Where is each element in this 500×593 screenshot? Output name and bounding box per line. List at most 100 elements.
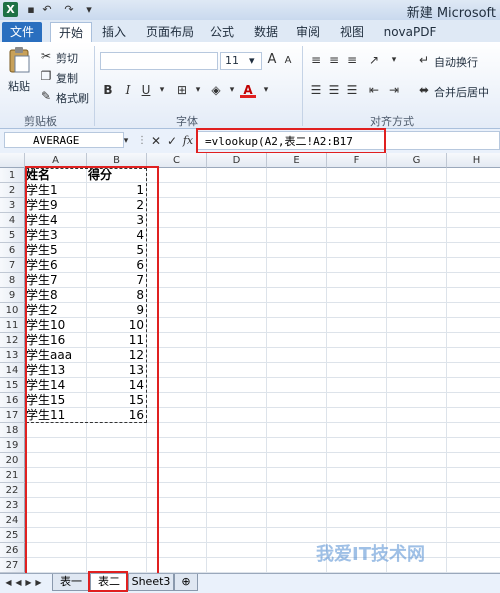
score-cell[interactable]: 11 — [87, 333, 147, 348]
empty-cell[interactable] — [447, 228, 500, 243]
empty-cell[interactable] — [327, 468, 387, 483]
align-left-icon[interactable]: ☰ — [308, 82, 324, 98]
score-cell[interactable]: 7 — [87, 273, 147, 288]
row-header[interactable]: 19 — [0, 438, 25, 453]
empty-cell[interactable] — [87, 513, 147, 528]
empty-cell[interactable] — [267, 378, 327, 393]
empty-cell[interactable] — [387, 243, 447, 258]
name-cell[interactable]: 学生aaa — [25, 348, 87, 363]
empty-cell[interactable] — [87, 483, 147, 498]
empty-cell[interactable] — [447, 498, 500, 513]
empty-cell[interactable] — [267, 258, 327, 273]
empty-cell[interactable] — [267, 498, 327, 513]
row-header[interactable]: 6 — [0, 243, 25, 258]
empty-cell[interactable] — [447, 318, 500, 333]
empty-cell[interactable] — [327, 228, 387, 243]
score-cell[interactable]: 2 — [87, 198, 147, 213]
empty-cell[interactable] — [267, 213, 327, 228]
empty-cell[interactable] — [387, 363, 447, 378]
empty-cell[interactable] — [327, 348, 387, 363]
row-header[interactable]: 4 — [0, 213, 25, 228]
customize-quick-access-icon[interactable]: ▾ — [82, 3, 96, 17]
empty-cell[interactable] — [327, 273, 387, 288]
column-header[interactable]: G — [387, 153, 447, 168]
empty-cell[interactable] — [267, 483, 327, 498]
tab-insert[interactable]: 插入 — [96, 22, 132, 42]
empty-cell[interactable] — [447, 513, 500, 528]
empty-cell[interactable] — [207, 198, 267, 213]
score-cell[interactable]: 4 — [87, 228, 147, 243]
paste-icon[interactable] — [6, 46, 32, 76]
empty-cell[interactable] — [267, 468, 327, 483]
empty-cell[interactable] — [447, 543, 500, 558]
score-cell[interactable]: 1 — [87, 183, 147, 198]
empty-cell[interactable] — [207, 288, 267, 303]
row-header[interactable]: 20 — [0, 453, 25, 468]
empty-cell[interactable] — [147, 378, 207, 393]
empty-cell[interactable] — [147, 348, 207, 363]
empty-cell[interactable] — [447, 333, 500, 348]
empty-cell[interactable] — [327, 258, 387, 273]
empty-cell[interactable] — [327, 498, 387, 513]
name-cell[interactable]: 学生14 — [25, 378, 87, 393]
empty-cell[interactable] — [147, 228, 207, 243]
empty-cell[interactable] — [267, 333, 327, 348]
empty-cell[interactable] — [267, 408, 327, 423]
empty-cell[interactable] — [207, 438, 267, 453]
align-bottom-icon[interactable]: ≡ — [344, 52, 360, 68]
empty-cell[interactable] — [267, 168, 327, 183]
font-name-combo[interactable] — [100, 52, 218, 70]
empty-cell[interactable] — [327, 423, 387, 438]
font-size-combo[interactable]: 11 ▾ — [220, 52, 262, 70]
empty-cell[interactable] — [147, 363, 207, 378]
empty-cell[interactable] — [447, 468, 500, 483]
merge-center-button[interactable]: 合并后居中 — [434, 84, 489, 100]
empty-cell[interactable] — [447, 258, 500, 273]
row-header[interactable]: 26 — [0, 543, 25, 558]
empty-cell[interactable] — [267, 228, 327, 243]
empty-cell[interactable] — [147, 423, 207, 438]
empty-cell[interactable] — [267, 198, 327, 213]
row-header[interactable]: 2 — [0, 183, 25, 198]
sheet-tab-1[interactable]: 表一 — [52, 574, 90, 591]
chevron-down-icon[interactable]: ▾ — [154, 82, 170, 98]
column-header[interactable]: C — [147, 153, 207, 168]
empty-cell[interactable] — [387, 498, 447, 513]
empty-cell[interactable] — [447, 558, 500, 573]
empty-cell[interactable] — [267, 423, 327, 438]
row-header[interactable]: 25 — [0, 528, 25, 543]
empty-cell[interactable] — [147, 288, 207, 303]
borders-icon[interactable]: ⊞ — [174, 82, 190, 98]
empty-cell[interactable] — [147, 318, 207, 333]
empty-cell[interactable] — [387, 303, 447, 318]
enter-icon[interactable]: ✓ — [164, 133, 180, 149]
chevron-down-icon[interactable]: ▾ — [258, 82, 274, 98]
select-all-corner[interactable] — [0, 153, 25, 168]
empty-cell[interactable] — [267, 393, 327, 408]
name-cell[interactable]: 学生1 — [25, 183, 87, 198]
empty-cell[interactable] — [207, 453, 267, 468]
sheet-tab-3[interactable]: Sheet3 — [128, 574, 174, 591]
name-cell[interactable]: 学生3 — [25, 228, 87, 243]
empty-cell[interactable] — [327, 318, 387, 333]
save-icon[interactable]: ▪ — [24, 3, 38, 17]
score-cell[interactable]: 3 — [87, 213, 147, 228]
copy-icon[interactable]: ❐ — [38, 68, 54, 84]
empty-cell[interactable] — [207, 393, 267, 408]
empty-cell[interactable] — [447, 483, 500, 498]
empty-cell[interactable] — [147, 213, 207, 228]
name-cell[interactable]: 学生16 — [25, 333, 87, 348]
empty-cell[interactable] — [87, 423, 147, 438]
empty-cell[interactable] — [147, 558, 207, 573]
row-header[interactable]: 27 — [0, 558, 25, 573]
score-cell[interactable]: 14 — [87, 378, 147, 393]
row-header[interactable]: 12 — [0, 333, 25, 348]
align-center-icon[interactable]: ☰ — [326, 82, 342, 98]
empty-cell[interactable] — [327, 168, 387, 183]
header-cell-name[interactable]: 姓名 — [25, 168, 87, 183]
empty-cell[interactable] — [327, 483, 387, 498]
empty-cell[interactable] — [327, 453, 387, 468]
empty-cell[interactable] — [87, 498, 147, 513]
empty-cell[interactable] — [327, 213, 387, 228]
empty-cell[interactable] — [327, 393, 387, 408]
